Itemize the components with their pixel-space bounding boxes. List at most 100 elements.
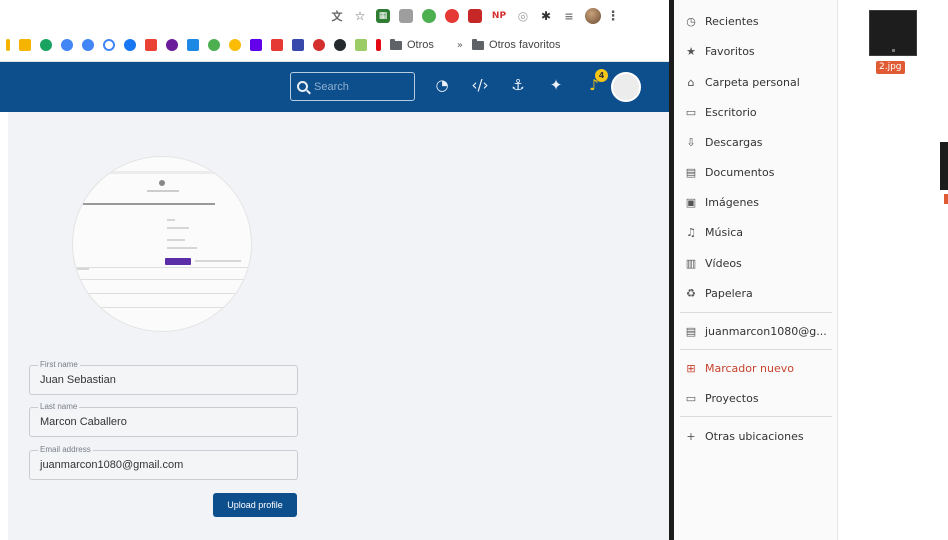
search-input[interactable]: Search	[290, 72, 415, 101]
bookmark-icon[interactable]	[355, 39, 367, 51]
shield-ext-icon[interactable]	[445, 9, 459, 23]
bookmark-folder-otros[interactable]: Otros	[390, 38, 434, 51]
bookmark-icon[interactable]	[187, 39, 199, 51]
desktop-file-thumbnail[interactable]	[869, 10, 917, 56]
last-name-value: Marcon Caballero	[40, 416, 127, 428]
home-icon: ⌂	[687, 75, 695, 89]
star-icon: ★	[686, 44, 696, 58]
translate-icon[interactable]: 文	[330, 9, 344, 23]
desktop-area	[838, 0, 948, 540]
eye-ext-icon[interactable]: ◎	[516, 9, 530, 23]
bookmark-icon[interactable]	[229, 39, 241, 51]
sidebar-item-otras-ubicaciones[interactable]: + Otras ubicaciones	[674, 424, 838, 448]
sidebar-separator	[680, 416, 832, 417]
bookmark-icon[interactable]	[19, 39, 31, 51]
bookmark-icon[interactable]	[313, 39, 325, 51]
chevron-right-icon[interactable]: »	[457, 40, 463, 51]
youtube-icon[interactable]	[271, 39, 283, 51]
netflix-icon[interactable]	[376, 39, 381, 51]
clock-icon: ◷	[686, 14, 696, 28]
sidebar-item-label: Recientes	[705, 14, 759, 28]
star-icon[interactable]: ☆	[353, 9, 367, 23]
bookmark-folder-otros-favoritos[interactable]: Otros favoritos	[472, 38, 561, 51]
sidebar-item-carpeta-personal[interactable]: ⌂ Carpeta personal	[674, 70, 838, 94]
image-ext-icon[interactable]	[468, 9, 482, 23]
menu-dots-icon[interactable]: ⋮	[607, 9, 620, 24]
sidebar-item-label: Documentos	[705, 165, 775, 179]
sidebar-item-label: Marcador nuevo	[705, 361, 794, 375]
sidebar-separator	[680, 349, 832, 350]
sidebar-item-descargas[interactable]: ⇩ Descargas	[674, 130, 838, 154]
bookmark-folder-label: Otros	[407, 39, 434, 51]
sidebar-item-marcador-nuevo[interactable]: ⊞ Marcador nuevo	[674, 356, 838, 380]
code-icon[interactable]: ‹/›	[470, 76, 490, 94]
screen: 文 ☆ ▦ NP ◎ ✱ ≡ ⋮ Otros » Otros favoritos…	[0, 0, 948, 540]
sidebar-item-videos[interactable]: ▥ Vídeos	[674, 251, 838, 275]
folder-icon	[390, 38, 402, 50]
plus-icon: +	[686, 429, 696, 443]
user-avatar[interactable]	[611, 72, 641, 102]
browser-toolbar: 文 ☆ ▦ NP ◎ ✱ ≡ ⋮ Otros » Otros favoritos	[0, 0, 672, 62]
list-ext-icon[interactable]: ≡	[562, 9, 576, 23]
bookmark-icon[interactable]	[292, 39, 304, 51]
bookmark-icon[interactable]	[6, 39, 10, 51]
sidebar-item-proyectos[interactable]: ▭ Proyectos	[674, 386, 838, 410]
bookmark-icon[interactable]	[208, 39, 220, 51]
profile-avatar-icon[interactable]	[585, 8, 601, 24]
folder-icon	[472, 38, 485, 50]
last-name-label: Last name	[38, 402, 80, 411]
bookmark-icon[interactable]	[103, 39, 115, 51]
sidebar-item-label: Favoritos	[705, 44, 755, 58]
header-icons: ◔ ‹/› ⚓ ✦ ♪ 4	[432, 69, 608, 94]
bookmark-icon[interactable]	[124, 39, 136, 51]
upload-profile-button[interactable]: Upload profile	[213, 493, 297, 517]
np-ext-icon[interactable]: NP	[491, 9, 507, 23]
profile-page: First name Juan Sebastian Last name Marc…	[8, 112, 672, 540]
gmail-icon[interactable]	[145, 39, 157, 51]
bookmark-icon[interactable]	[61, 39, 73, 51]
offscreen-window-accent	[944, 194, 948, 204]
sidebar-item-label: Carpeta personal	[705, 75, 800, 89]
download-icon: ⇩	[686, 135, 696, 149]
github-icon[interactable]	[334, 39, 346, 51]
last-name-field[interactable]: Last name Marcon Caballero	[29, 402, 298, 437]
sidebar-item-documentos[interactable]: ▤ Documentos	[674, 160, 838, 184]
first-name-field[interactable]: First name Juan Sebastian	[29, 360, 298, 395]
music-icon: ♫	[686, 225, 696, 239]
first-name-value: Juan Sebastian	[40, 374, 116, 386]
first-name-label: First name	[38, 360, 80, 369]
sidebar-item-papelera[interactable]: ♻ Papelera	[674, 281, 838, 305]
offscreen-window-edge	[940, 142, 948, 190]
sidebar-item-label: Imágenes	[705, 195, 759, 209]
anchor-icon[interactable]: ⚓	[508, 76, 528, 94]
grid-ext-icon[interactable]: ▦	[376, 9, 390, 23]
sidebar-item-imagenes[interactable]: ▣ Imágenes	[674, 190, 838, 214]
folder-icon: ▭	[685, 391, 697, 405]
sidebar-item-label: Otras ubicaciones	[705, 429, 804, 443]
bookmark-icon[interactable]	[40, 39, 52, 51]
sidebar-item-musica[interactable]: ♫ Música	[674, 220, 838, 244]
extensions-bar: 文 ☆ ▦ NP ◎ ✱ ≡ ⋮	[330, 8, 620, 24]
bell-icon[interactable]: ♪ 4	[584, 69, 608, 94]
chat-ext-icon[interactable]	[399, 9, 413, 23]
document-icon: ▤	[685, 165, 697, 179]
sidebar-item-drive[interactable]: ▤ juanmarcon1080@g...	[674, 319, 838, 343]
trash-icon: ♻	[686, 286, 696, 300]
email-field[interactable]: Email address juanmarcon1080@gmail.com	[29, 445, 298, 480]
run-icon[interactable]: ✦	[546, 76, 566, 94]
sidebar-item-label: Papelera	[705, 286, 753, 300]
leaf-ext-icon[interactable]	[422, 9, 436, 23]
sidebar-item-recientes[interactable]: ◷ Recientes	[674, 9, 838, 33]
bookmark-new-icon: ⊞	[686, 361, 696, 375]
puzzle-icon[interactable]: ✱	[539, 9, 553, 23]
bookmark-folder-label: Otros favoritos	[489, 39, 561, 51]
sidebar-item-favoritos[interactable]: ★ Favoritos	[674, 39, 838, 63]
sidebar-item-label: Descargas	[705, 135, 763, 149]
sidebar-item-escritorio[interactable]: ▭ Escritorio	[674, 100, 838, 124]
bookmark-icon[interactable]	[250, 39, 262, 51]
bookmark-icon[interactable]	[82, 39, 94, 51]
bookmark-icon[interactable]	[166, 39, 178, 51]
desktop-file-label[interactable]: 2.jpg	[876, 61, 905, 74]
drive-icon: ▤	[685, 324, 697, 338]
dashboard-icon[interactable]: ◔	[432, 76, 452, 94]
